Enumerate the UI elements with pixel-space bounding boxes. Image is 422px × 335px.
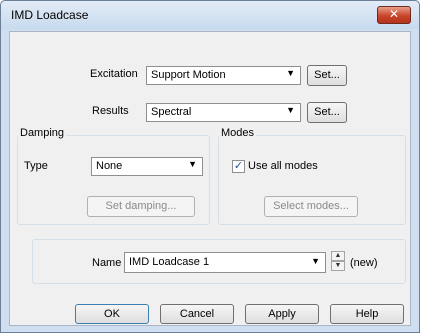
chevron-down-icon: ▼	[188, 159, 197, 169]
dialog-body: Excitation Support Motion ▼ Set... Resul…	[9, 31, 411, 326]
chevron-down-icon: ▼	[286, 68, 295, 78]
cancel-button[interactable]: Cancel	[160, 304, 234, 324]
name-combo[interactable]: IMD Loadcase 1 ▼	[124, 252, 326, 273]
help-label: Help	[355, 308, 379, 320]
damping-group-title: Damping	[18, 127, 67, 139]
help-button[interactable]: Help	[330, 304, 404, 324]
modes-group-title: Modes	[219, 127, 257, 139]
damping-type-value: None	[96, 160, 123, 172]
name-spinner[interactable]: ▲ ▼	[331, 251, 345, 271]
excitation-set-label: Set...	[314, 69, 340, 81]
results-set-button[interactable]: Set...	[307, 102, 347, 123]
use-all-modes-checkbox[interactable]: ✓	[232, 160, 245, 173]
close-button[interactable]: ✕	[377, 6, 411, 24]
use-all-modes-label: Use all modes	[248, 160, 318, 172]
dialog-window: IMD Loadcase ✕ Excitation Support Motion…	[0, 0, 420, 333]
window-title: IMD Loadcase	[11, 8, 89, 22]
chevron-down-icon: ▼	[286, 105, 295, 115]
select-modes-label: Select modes...	[273, 200, 349, 212]
apply-label: Apply	[268, 308, 296, 320]
title-bar[interactable]: IMD Loadcase ✕	[1, 1, 419, 29]
spin-down-icon[interactable]: ▼	[331, 261, 345, 271]
checkmark-icon: ✓	[233, 160, 244, 172]
spin-up-icon[interactable]: ▲	[331, 251, 345, 261]
set-damping-label: Set damping...	[105, 200, 177, 212]
excitation-label: Excitation	[90, 68, 138, 80]
damping-type-label: Type	[24, 160, 48, 172]
cancel-label: Cancel	[179, 308, 215, 320]
results-label: Results	[92, 105, 129, 117]
name-value: IMD Loadcase 1	[129, 256, 210, 268]
ok-label: OK	[104, 308, 120, 320]
name-label: Name	[92, 257, 122, 269]
apply-button[interactable]: Apply	[245, 304, 319, 324]
name-status: (new)	[350, 257, 378, 269]
chevron-down-icon: ▼	[311, 256, 320, 266]
set-damping-button[interactable]: Set damping...	[87, 196, 195, 217]
results-set-label: Set...	[314, 106, 340, 118]
excitation-value: Support Motion	[151, 69, 226, 81]
excitation-dropdown[interactable]: Support Motion ▼	[146, 66, 301, 85]
results-dropdown[interactable]: Spectral ▼	[146, 103, 301, 122]
results-value: Spectral	[151, 106, 192, 118]
damping-type-dropdown[interactable]: None ▼	[91, 157, 203, 176]
select-modes-button[interactable]: Select modes...	[264, 196, 358, 217]
close-icon: ✕	[388, 7, 400, 21]
excitation-set-button[interactable]: Set...	[307, 65, 347, 86]
ok-button[interactable]: OK	[75, 304, 149, 324]
